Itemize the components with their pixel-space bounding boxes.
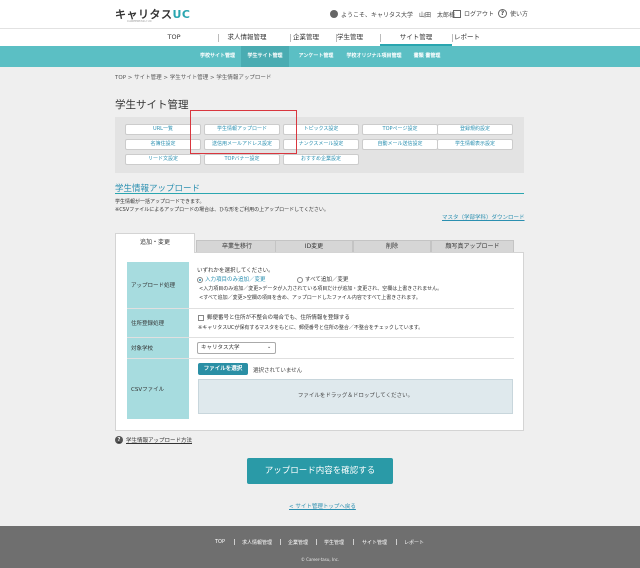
grid-lead-text[interactable]: リード文設定: [125, 154, 201, 165]
breadcrumb[interactable]: TOP > サイト管理 > 学生サイト管理 > 学生情報アップロード: [115, 73, 271, 81]
footer-link-top[interactable]: TOP: [215, 539, 225, 545]
tab-id-change[interactable]: ID変更: [275, 240, 353, 252]
upload-processing-label: アップロード処理: [127, 262, 189, 308]
tab-photo-upload[interactable]: 顔写真アップロード: [431, 240, 514, 252]
grid-student-display[interactable]: 学生情報表示設定: [437, 139, 513, 150]
footer-link-student[interactable]: 学生管理: [324, 539, 344, 546]
subnav-documents[interactable]: 書類 書管理: [409, 46, 445, 67]
logout-link[interactable]: ログアウト: [453, 9, 494, 18]
upload-instruction: いずれかを選択してください。: [197, 268, 274, 274]
sub-nav: 学校サイト管理 学生サイト管理 アンケート管理 学校オリジナル項目管理 書類 書…: [0, 46, 640, 67]
logout-label: ログアウト: [464, 11, 495, 18]
back-to-site-top-link[interactable]: < サイト管理トップへ戻る: [289, 502, 356, 510]
footer-link-site[interactable]: サイト管理: [362, 539, 387, 546]
upload-note-full: <すべて追加／変更>空欄の項目を含め、アップロードしたファイル内容ですべて上書き…: [199, 295, 421, 301]
grid-terms[interactable]: 登録規約設定: [437, 124, 513, 135]
radio-selected-icon: [197, 276, 203, 283]
help-label: 使い方: [510, 11, 529, 18]
footer-separator: [396, 539, 397, 545]
footer-link-job[interactable]: 求人情報管理: [242, 539, 272, 546]
footer-link-report[interactable]: レポート: [404, 539, 424, 546]
subnav-survey[interactable]: アンケート管理: [291, 46, 341, 67]
grid-top-page[interactable]: TOPページ設定: [362, 124, 438, 135]
howto-link[interactable]: ? 学生情報アップロード方法: [115, 436, 192, 444]
subnav-original-items[interactable]: 学校オリジナル項目管理: [342, 46, 406, 67]
grid-top-banner[interactable]: TOPバナー設定: [204, 154, 280, 165]
user-name: 山田 太郎様: [419, 11, 456, 19]
confirm-upload-button[interactable]: アップロード内容を確認する: [247, 458, 393, 484]
upload-note-partial: <入力項目のみ追加／変更>データが入力されている項目だけが追加・変更され、空欄は…: [199, 286, 443, 292]
settings-grid: URL一覧 学生情報アップロード トピックス設定 TOPページ設定 登録規約設定…: [115, 117, 524, 173]
footer-separator: [234, 539, 235, 545]
highlight-box: [190, 110, 297, 154]
tab-add-change[interactable]: 追加・変更: [115, 233, 195, 253]
choose-file-button[interactable]: ファイルを選択: [198, 363, 248, 375]
footer-link-company[interactable]: 企業管理: [288, 539, 308, 546]
main-nav: TOP 求人情報管理 企業管理 学生管理 サイト管理 レポート: [0, 28, 640, 46]
howto-label: 学生情報アップロード方法: [126, 438, 193, 444]
copyright: © Career-tasu, Inc.: [300, 557, 340, 562]
grid-auto-mail[interactable]: 自動メール送信設定: [362, 139, 438, 150]
address-checkbox[interactable]: 郵便番号と住所が不整合の場合でも、住所情報を登録する: [198, 313, 350, 321]
question-icon: ?: [115, 436, 123, 444]
tab-delete[interactable]: 削除: [353, 240, 431, 252]
header: [0, 0, 640, 28]
chevron-down-icon: ⌄: [267, 344, 272, 350]
footer-separator: [353, 539, 354, 545]
master-download-link[interactable]: マスタ（学部学科）ダウンロード: [442, 213, 525, 221]
radio-unselected-icon: [297, 276, 303, 283]
address-processing-label: 住所登録処理: [127, 309, 189, 337]
help-link[interactable]: ? 使い方: [498, 9, 528, 18]
address-checkbox-label: 郵便番号と住所が不整合の場合でも、住所情報を登録する: [207, 315, 350, 321]
footer-separator: [316, 539, 317, 545]
checkbox-icon: [198, 314, 204, 321]
grid-recommended-company[interactable]: おすすめ企業設定: [283, 154, 359, 165]
help-icon: ?: [498, 9, 507, 18]
subnav-student-site[interactable]: 学生サイト管理: [241, 46, 289, 67]
tab-graduate-transfer[interactable]: 卒業生移行: [196, 240, 278, 252]
description-line: 学生情報が一括アップロードできます。: [115, 199, 205, 205]
school-select[interactable]: キャリタス大学: [197, 342, 276, 354]
address-note: ※キャリタスUCが保有するマスタをもとに、郵便番号と住所の整合／不整合をチェック…: [198, 325, 424, 331]
radio-full-update[interactable]: すべて追加／変更: [297, 275, 348, 283]
csv-file-label: CSVファイル: [127, 359, 189, 419]
user-area: ようこそ、キャリタス大学 山田 太郎様: [330, 9, 455, 19]
radio-full-label: すべて追加／変更: [305, 277, 349, 283]
subnav-school-site[interactable]: 学校サイト管理: [195, 46, 240, 67]
target-school-label: 対象学校: [127, 338, 189, 358]
radio-partial-label: 入力項目のみ追加／変更: [205, 277, 266, 283]
user-icon: [330, 10, 338, 18]
description-line: ※CSVファイルによるアップロードの場合は、ひな形をご利用の上アップロードしてく…: [115, 207, 329, 213]
footer-separator: [280, 539, 281, 545]
no-file-text: 選択されていません: [253, 368, 303, 374]
greeting-text: ようこそ、キャリタス大学: [341, 11, 414, 19]
page-title: 学生サイト管理: [115, 99, 189, 111]
logo-subtitle: CAREERTASU UC: [127, 19, 152, 23]
radio-partial-update[interactable]: 入力項目のみ追加／変更: [197, 275, 266, 283]
file-dropzone[interactable]: ファイルをドラッグ＆ドロップしてください。: [198, 379, 513, 414]
logout-icon: [453, 9, 461, 18]
section-divider: [115, 193, 524, 194]
